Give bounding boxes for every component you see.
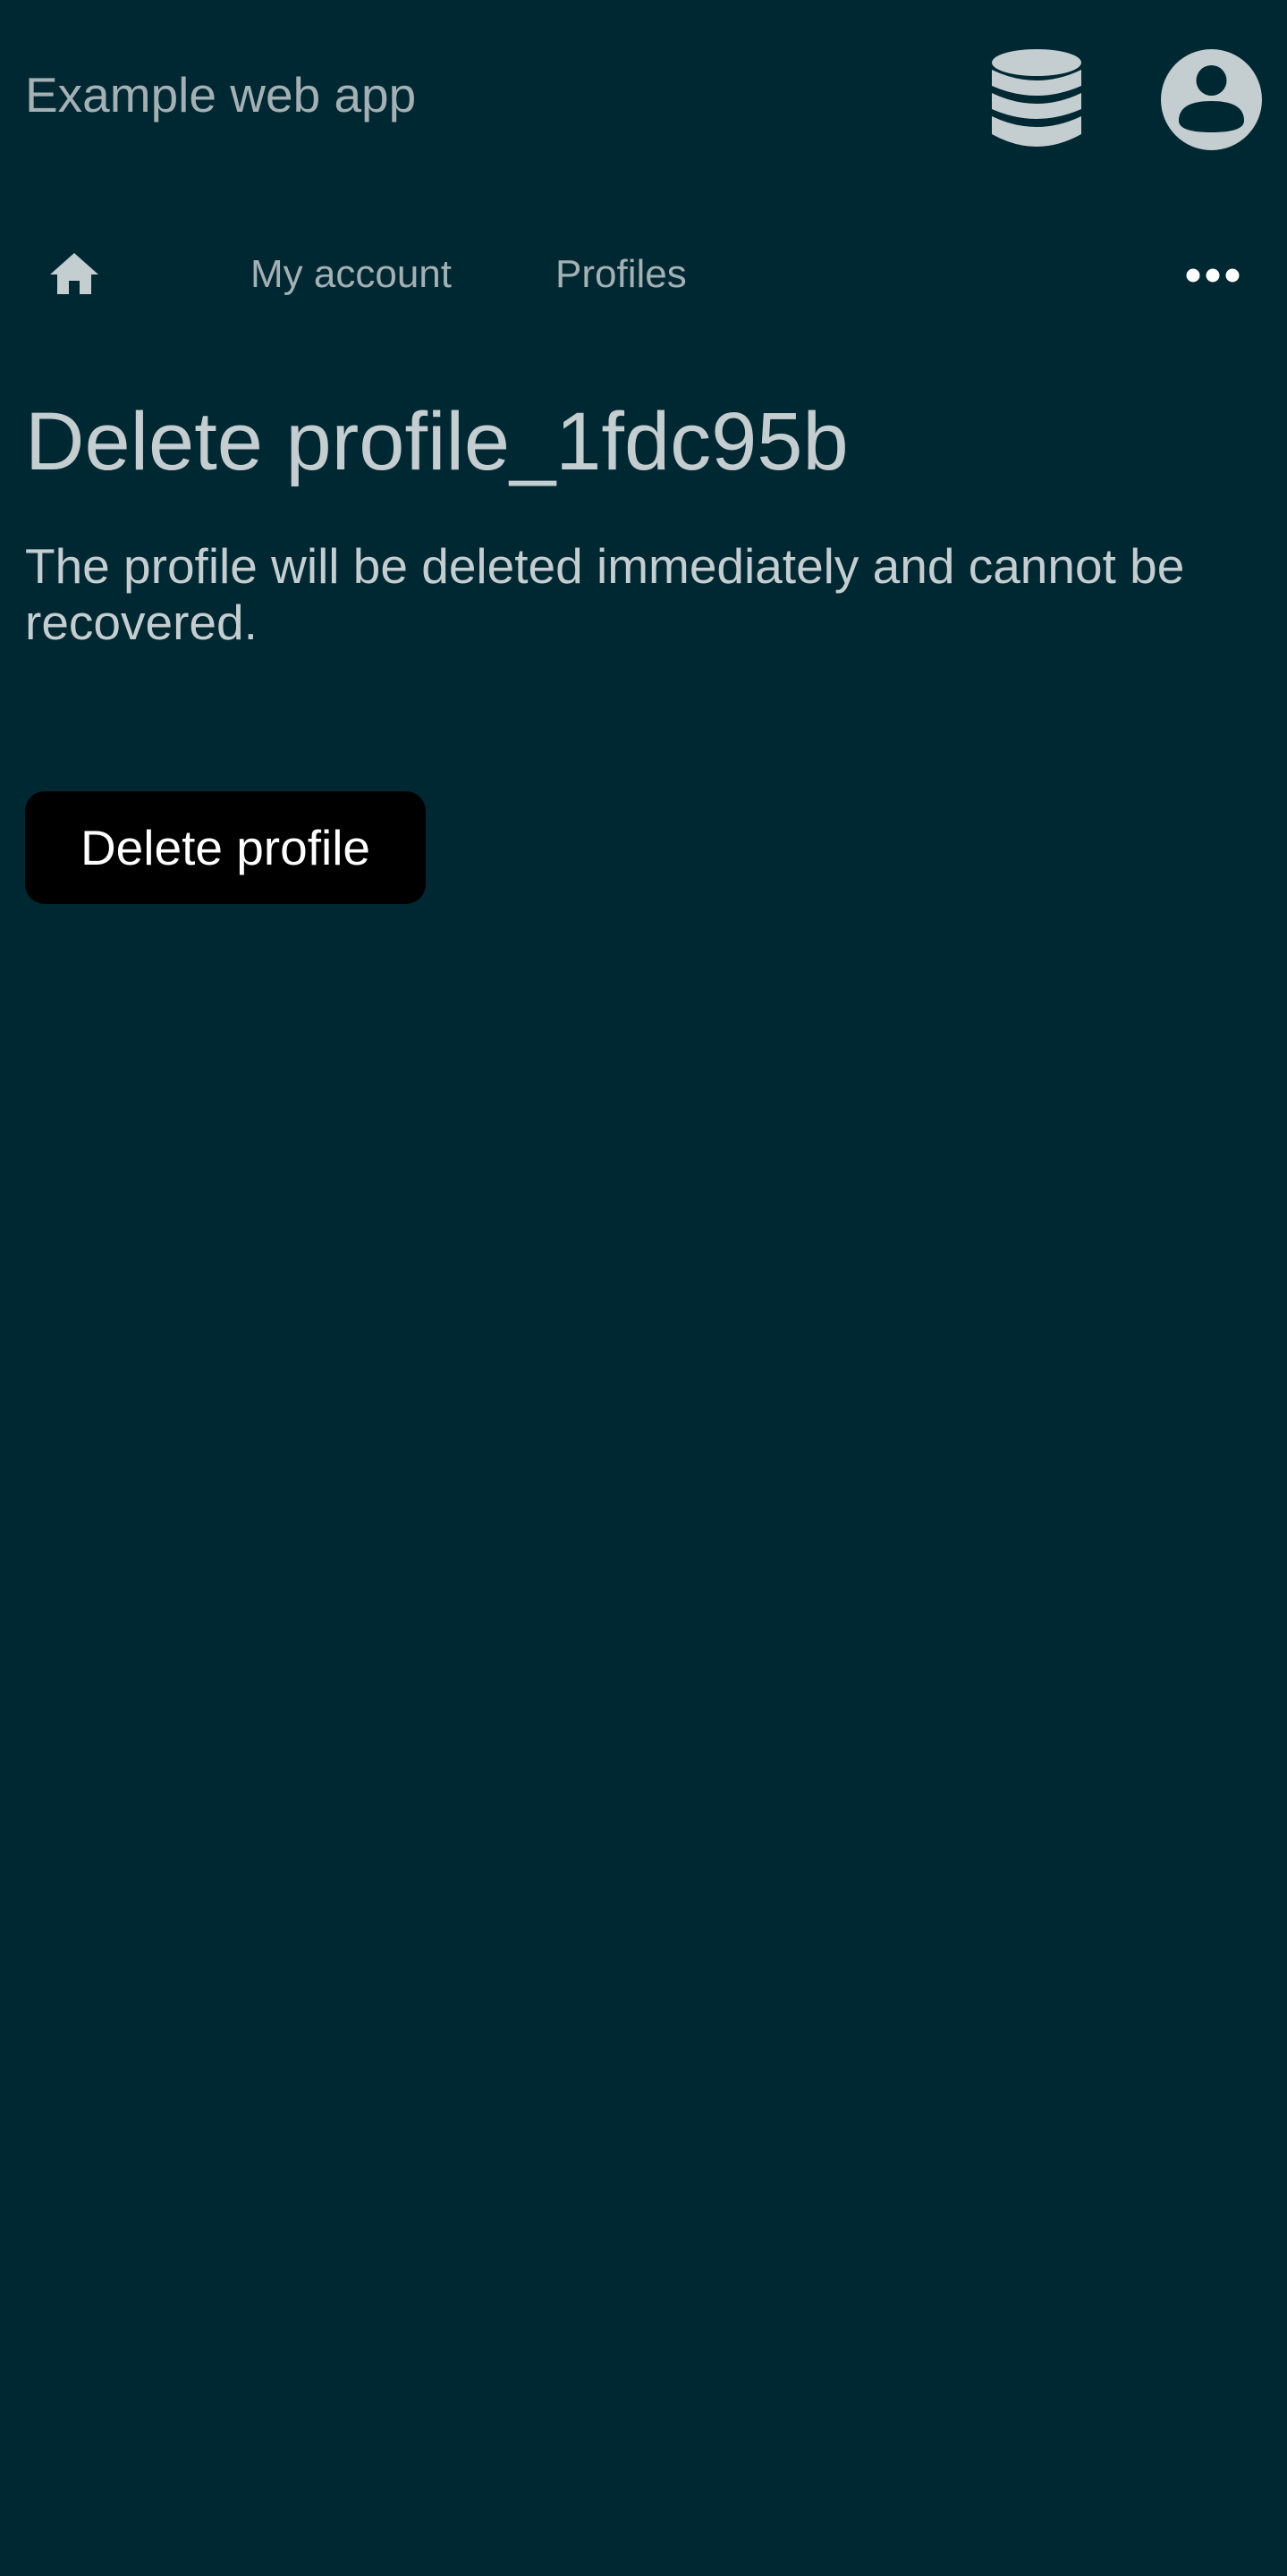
ellipsis-icon xyxy=(1186,268,1240,283)
nav-my-account[interactable]: My account xyxy=(250,251,452,298)
app-header: Example web app xyxy=(0,0,1287,192)
home-icon xyxy=(50,253,98,294)
delete-warning-text: The profile will be deleted immediately … xyxy=(25,538,1185,650)
user-circle-icon[interactable] xyxy=(1161,49,1262,150)
more-menu-button[interactable] xyxy=(1177,255,1249,296)
delete-profile-button[interactable]: Delete profile xyxy=(25,791,426,904)
nav-profiles[interactable]: Profiles xyxy=(555,251,687,298)
database-icon[interactable] xyxy=(991,48,1082,152)
page-title: Delete profile_1fdc95b xyxy=(25,396,849,487)
main-nav: My account Profiles xyxy=(0,228,1287,321)
home-link[interactable] xyxy=(41,244,107,303)
app-title[interactable]: Example web app xyxy=(25,66,416,123)
